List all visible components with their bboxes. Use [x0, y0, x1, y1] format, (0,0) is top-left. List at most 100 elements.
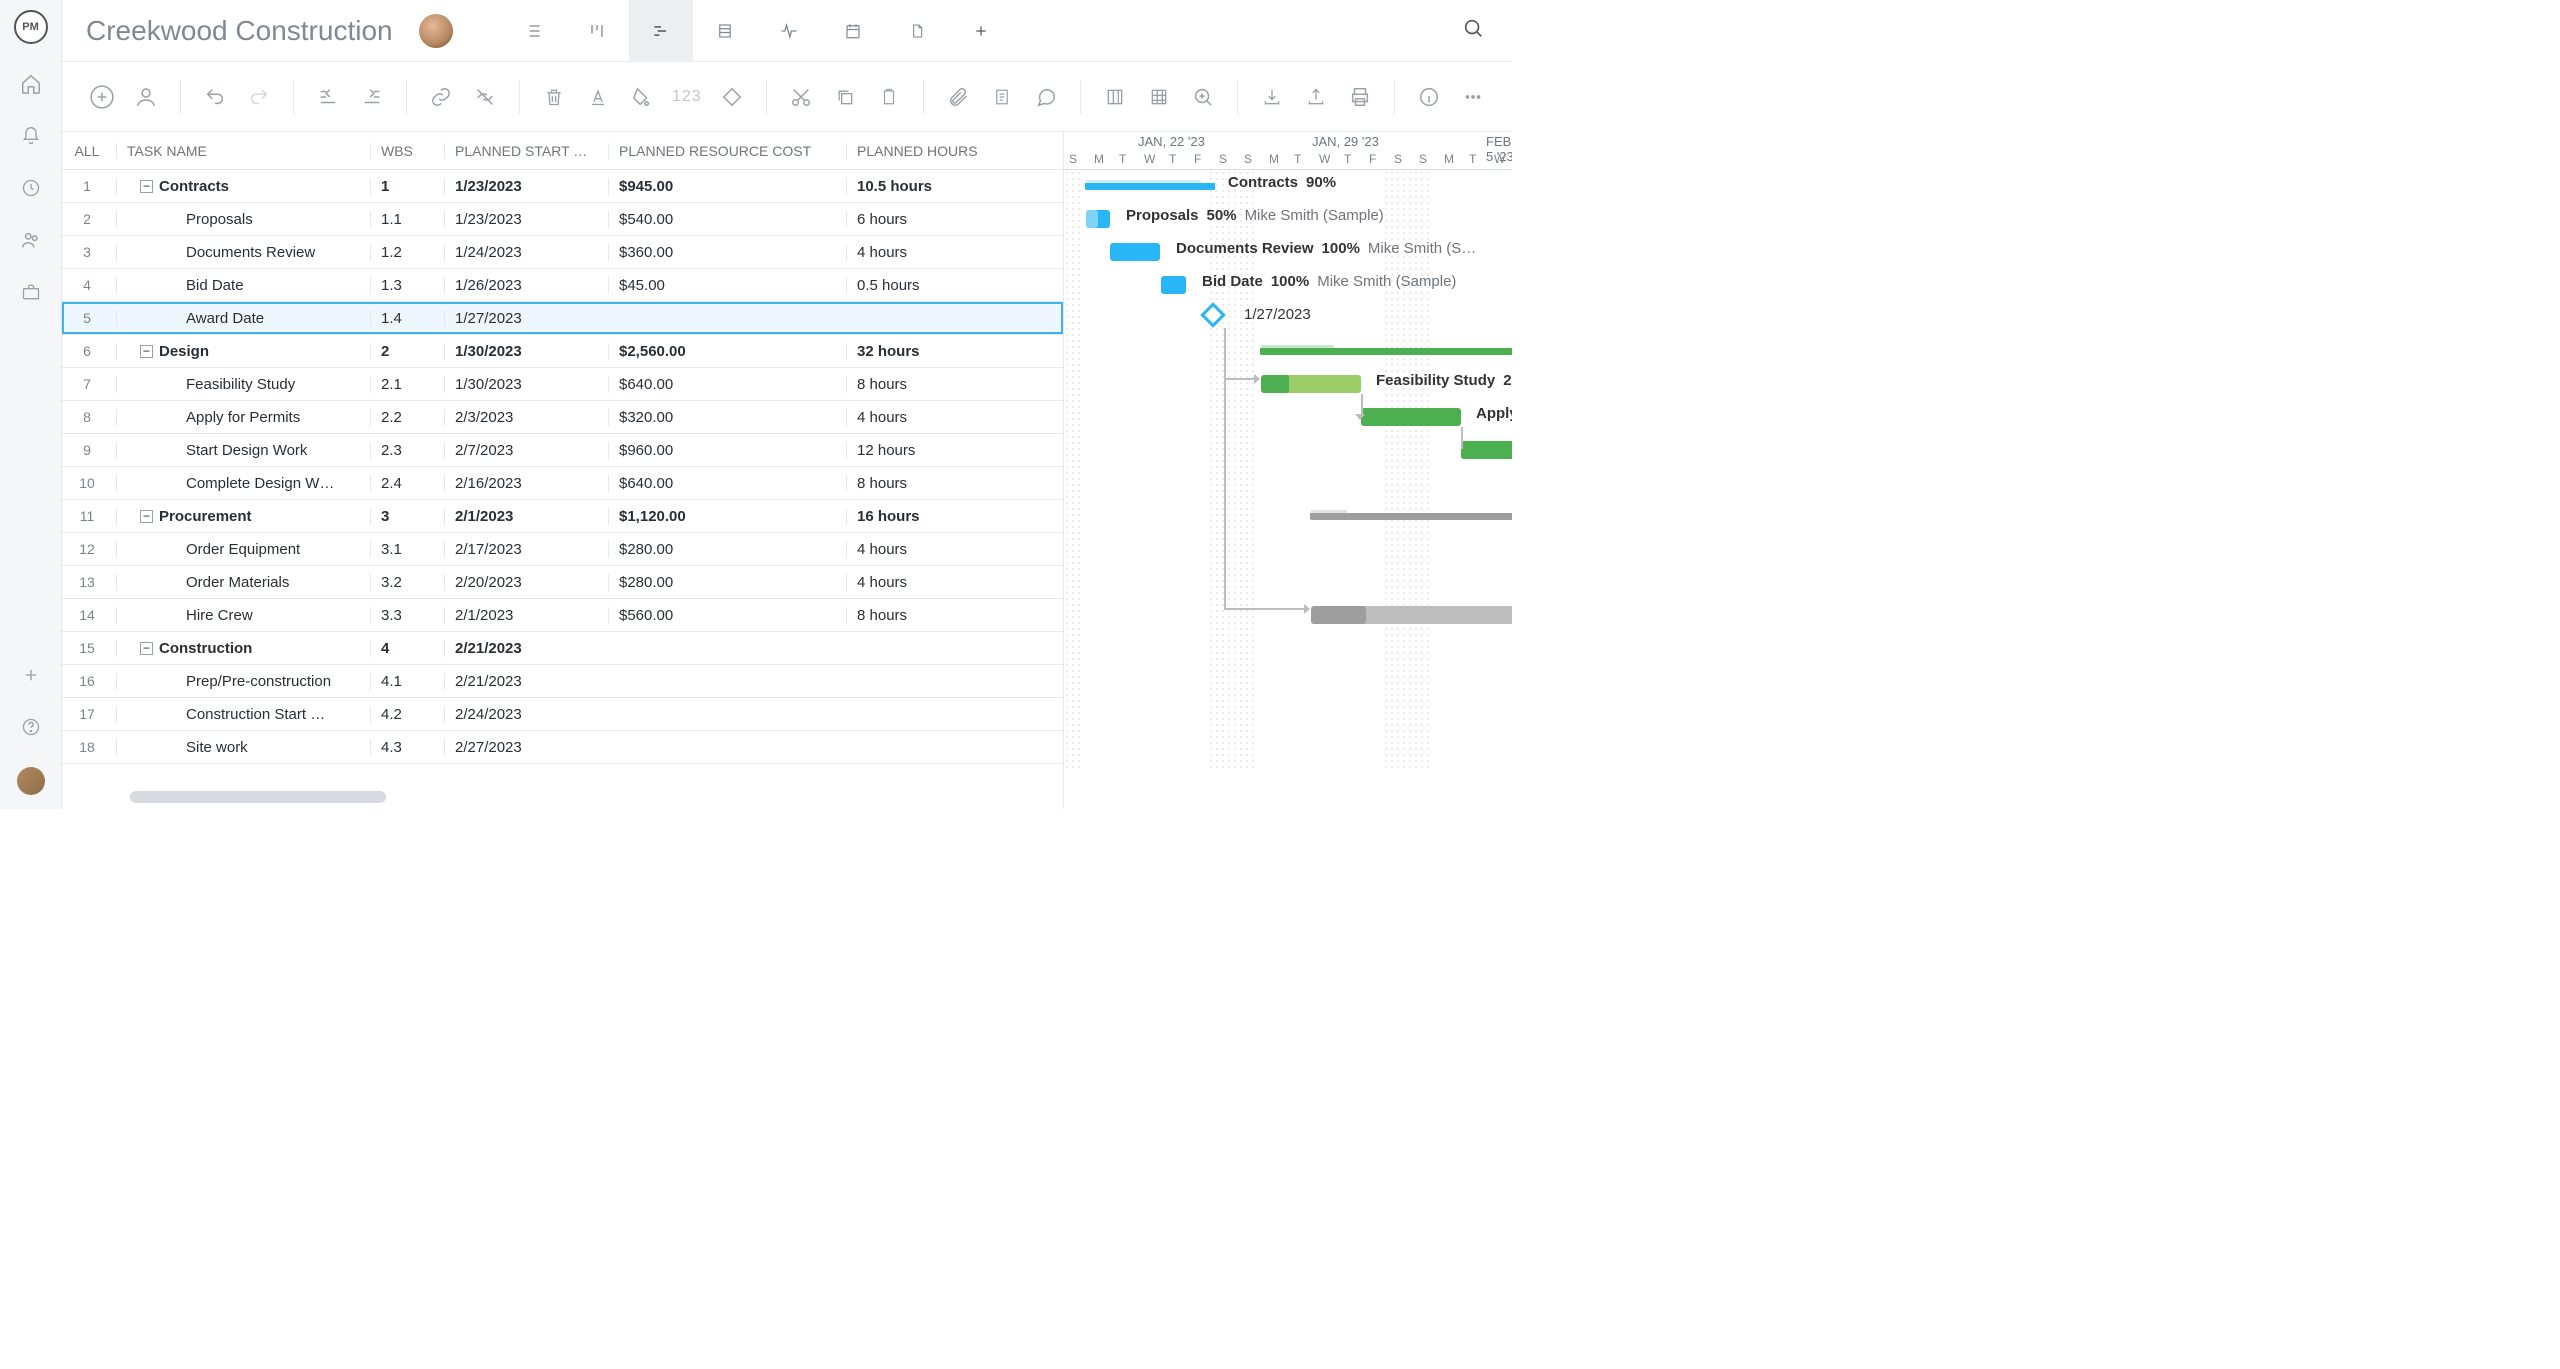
assign-icon[interactable] [132, 83, 160, 111]
cost-cell[interactable]: $2,560.00 [608, 343, 846, 360]
print-icon[interactable] [1346, 83, 1374, 111]
horizontal-scrollbar[interactable] [130, 791, 386, 803]
task-name-cell[interactable]: Feasibility Study [116, 376, 370, 393]
task-name-cell[interactable]: Start Design Work [116, 442, 370, 459]
start-cell[interactable]: 1/24/2023 [444, 244, 608, 261]
zoom-icon[interactable] [1189, 83, 1217, 111]
link-icon[interactable] [427, 83, 455, 111]
wbs-cell[interactable]: 4.2 [370, 706, 444, 723]
start-cell[interactable]: 2/24/2023 [444, 706, 608, 723]
cut-icon[interactable] [787, 83, 815, 111]
hours-cell[interactable]: 16 hours [846, 508, 1016, 525]
cost-cell[interactable]: $540.00 [608, 211, 846, 228]
collapse-toggle-icon[interactable]: − [140, 180, 153, 193]
wbs-cell[interactable]: 2.1 [370, 376, 444, 393]
col-header-start[interactable]: PLANNED START … [444, 143, 608, 159]
start-cell[interactable]: 2/7/2023 [444, 442, 608, 459]
cost-cell[interactable]: $320.00 [608, 409, 846, 426]
start-cell[interactable]: 2/1/2023 [444, 508, 608, 525]
col-header-all[interactable]: ALL [62, 143, 116, 159]
cost-cell[interactable]: $45.00 [608, 277, 846, 294]
wbs-cell[interactable]: 4 [370, 640, 444, 657]
cost-cell[interactable]: $280.00 [608, 541, 846, 558]
wbs-cell[interactable]: 3 [370, 508, 444, 525]
people-icon[interactable] [19, 228, 43, 252]
task-name-cell[interactable]: Order Materials [116, 574, 370, 591]
cost-cell[interactable]: $280.00 [608, 574, 846, 591]
hours-cell[interactable]: 0.5 hours [846, 277, 1016, 294]
wbs-cell[interactable]: 3.2 [370, 574, 444, 591]
collapse-toggle-icon[interactable]: − [140, 642, 153, 655]
task-name-cell[interactable]: Order Equipment [116, 541, 370, 558]
start-cell[interactable]: 2/20/2023 [444, 574, 608, 591]
activity-view-tab[interactable] [757, 0, 821, 62]
help-icon[interactable] [19, 715, 43, 739]
start-cell[interactable]: 1/30/2023 [444, 376, 608, 393]
sheet-view-tab[interactable] [693, 0, 757, 62]
task-name-cell[interactable]: −Procurement [116, 508, 370, 525]
user-avatar-icon[interactable] [17, 767, 45, 795]
file-view-tab[interactable] [885, 0, 949, 62]
cost-cell[interactable]: $1,120.00 [608, 508, 846, 525]
table-row[interactable]: 10Complete Design W…2.42/16/2023$640.008… [62, 467, 1063, 500]
hours-cell[interactable]: 8 hours [846, 376, 1016, 393]
hours-cell[interactable]: 6 hours [846, 211, 1016, 228]
redo-icon[interactable] [245, 83, 273, 111]
table-row[interactable]: 7Feasibility Study2.11/30/2023$640.008 h… [62, 368, 1063, 401]
plus-icon[interactable] [19, 663, 43, 687]
task-name-cell[interactable]: Construction Start … [116, 706, 370, 723]
hours-cell[interactable]: 8 hours [846, 475, 1016, 492]
task-name-cell[interactable]: Apply for Permits [116, 409, 370, 426]
start-cell[interactable]: 1/23/2023 [444, 211, 608, 228]
home-icon[interactable] [19, 72, 43, 96]
unlink-icon[interactable] [471, 83, 499, 111]
task-name-cell[interactable]: Prep/Pre-construction [116, 673, 370, 690]
bell-icon[interactable] [19, 124, 43, 148]
grid-icon[interactable] [1145, 83, 1173, 111]
table-row[interactable]: 1−Contracts11/23/2023$945.0010.5 hours [62, 170, 1063, 203]
briefcase-icon[interactable] [19, 280, 43, 304]
wbs-cell[interactable]: 3.1 [370, 541, 444, 558]
app-logo[interactable]: PM [14, 10, 48, 44]
wbs-cell[interactable]: 2.3 [370, 442, 444, 459]
task-name-cell[interactable]: Proposals [116, 211, 370, 228]
table-row[interactable]: 14Hire Crew3.32/1/2023$560.008 hours [62, 599, 1063, 632]
task-name-cell[interactable]: −Design [116, 343, 370, 360]
table-row[interactable]: 3Documents Review1.21/24/2023$360.004 ho… [62, 236, 1063, 269]
table-row[interactable]: 16Prep/Pre-construction4.12/21/2023 [62, 665, 1063, 698]
cost-cell[interactable]: $945.00 [608, 178, 846, 195]
wbs-cell[interactable]: 2 [370, 343, 444, 360]
start-cell[interactable]: 2/17/2023 [444, 541, 608, 558]
delete-icon[interactable] [540, 83, 568, 111]
task-name-cell[interactable]: Documents Review [116, 244, 370, 261]
cost-cell[interactable]: $960.00 [608, 442, 846, 459]
wbs-cell[interactable]: 1.1 [370, 211, 444, 228]
hours-cell[interactable]: 4 hours [846, 541, 1016, 558]
undo-icon[interactable] [201, 83, 229, 111]
project-avatar-icon[interactable] [419, 14, 453, 48]
start-cell[interactable]: 2/21/2023 [444, 640, 608, 657]
text-color-icon[interactable] [584, 83, 612, 111]
col-header-wbs[interactable]: WBS [370, 143, 444, 159]
wbs-cell[interactable]: 1.4 [370, 310, 444, 327]
hours-cell[interactable]: 4 hours [846, 574, 1016, 591]
board-view-tab[interactable] [565, 0, 629, 62]
table-row[interactable]: 17Construction Start …4.22/24/2023 [62, 698, 1063, 731]
task-name-cell[interactable]: Hire Crew [116, 607, 370, 624]
wbs-cell[interactable]: 2.4 [370, 475, 444, 492]
milestone-icon[interactable] [718, 83, 746, 111]
start-cell[interactable]: 1/27/2023 [444, 310, 608, 327]
clock-icon[interactable] [19, 176, 43, 200]
start-cell[interactable]: 2/27/2023 [444, 739, 608, 756]
task-name-cell[interactable]: Complete Design W… [116, 475, 370, 492]
comment-icon[interactable] [1032, 83, 1060, 111]
gantt-chart[interactable]: JAN, 22 '23JAN, 29 '23FEB, 5 '23SMTWTFSS… [1064, 132, 1512, 809]
hours-cell[interactable]: 32 hours [846, 343, 1016, 360]
wbs-cell[interactable]: 4.1 [370, 673, 444, 690]
task-name-cell[interactable]: Award Date [116, 310, 370, 327]
more-icon[interactable] [1459, 83, 1487, 111]
import-icon[interactable] [1258, 83, 1286, 111]
table-row[interactable]: 4Bid Date1.31/26/2023$45.000.5 hours [62, 269, 1063, 302]
wbs-cell[interactable]: 1.3 [370, 277, 444, 294]
start-cell[interactable]: 2/21/2023 [444, 673, 608, 690]
